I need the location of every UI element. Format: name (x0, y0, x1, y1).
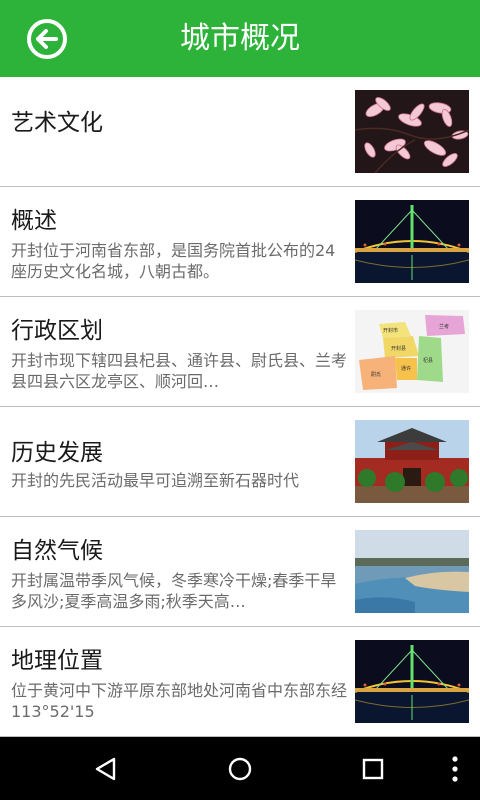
nav-menu-button[interactable] (440, 737, 470, 800)
map-label-kaifengxian: 开封县 (391, 345, 406, 352)
map-label-qixian: 杞县 (423, 357, 433, 364)
item-title: 地理位置 (11, 648, 103, 674)
triangle-back-icon (95, 757, 116, 780)
map-label-tongxu: 通许 (401, 365, 411, 372)
system-navigation-bar (0, 737, 480, 800)
magnolia-flowers-image (355, 90, 469, 173)
item-title: 概述 (11, 208, 57, 234)
nav-recents-button[interactable] (333, 737, 413, 800)
list-item-location[interactable]: 地理位置 位于黄河中下游平原东部地处河南省中东部东经113°52'15 (0, 627, 480, 737)
item-description: 开封位于河南省东部，是国务院首批公布的24座历史文化名城，八朝古都。 (11, 241, 336, 281)
city-gate-image (355, 420, 469, 503)
item-title: 艺术文化 (11, 110, 103, 136)
back-arrow-icon (27, 19, 67, 59)
nav-home-button[interactable] (200, 737, 280, 800)
item-description: 位于黄河中下游平原东部地处河南省中东部东经113°52'15 (11, 681, 348, 721)
list-item-history[interactable]: 历史发展 开封的先民活动最早可追溯至新石器时代 (0, 407, 480, 517)
item-description: 开封市现下辖四县杞县、通许县、尉氏县、兰考县四县六区龙亭区、顺河回… (11, 351, 348, 391)
top-app-bar: 城市概况 (0, 0, 480, 77)
night-bridge-image (355, 200, 469, 283)
nav-back-button[interactable] (66, 737, 146, 800)
item-title: 自然气候 (11, 538, 103, 564)
list-item-overview[interactable]: 概述 开封位于河南省东部，是国务院首批公布的24座历史文化名城，八朝古都。 (0, 187, 480, 297)
square-recents-icon (362, 758, 384, 779)
item-description: 开封属温带季风气候，冬季寒冷干燥;春季干旱多风沙;夏季高温多雨;秋季天高… (11, 571, 337, 611)
list-item-art-culture[interactable]: 艺术文化 (0, 77, 480, 187)
item-description: 开封的先民活动最早可追溯至新石器时代 (11, 471, 300, 490)
circle-home-icon (228, 757, 252, 780)
overview-list: 艺术文化 概述 开封位于河南省东部，是国务院首批公布的24座历史文化名城，八朝古… (0, 77, 480, 737)
river-landscape-image (355, 530, 469, 613)
page-title: 城市概况 (180, 21, 300, 56)
item-title: 历史发展 (11, 440, 103, 466)
item-title: 行政区划 (11, 318, 103, 344)
map-label-lankao: 兰考 (439, 323, 449, 330)
district-map-image: 开封市 兰考 开封县 杞县 通许 尉氏 (355, 310, 469, 393)
vertical-dots-menu-icon (452, 755, 458, 782)
list-item-climate[interactable]: 自然气候 开封属温带季风气候，冬季寒冷干燥;春季干旱多风沙;夏季高温多雨;秋季天… (0, 517, 480, 627)
list-item-districts[interactable]: 行政区划 开封市现下辖四县杞县、通许县、尉氏县、兰考县四县六区龙亭区、顺河回… … (0, 297, 480, 407)
back-button[interactable] (25, 17, 69, 61)
map-label-weishi: 尉氏 (371, 371, 381, 378)
map-label-kaifengshi: 开封市 (383, 327, 398, 334)
night-bridge-image (355, 640, 469, 723)
